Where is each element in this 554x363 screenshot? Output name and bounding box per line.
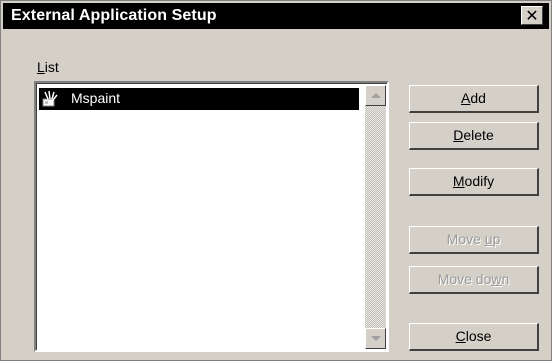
move-down-button[interactable]: Move down (409, 266, 539, 294)
list-item-label: Mspaint (71, 90, 121, 106)
modify-button-accel: M (452, 173, 465, 189)
close-button[interactable]: Close (409, 323, 539, 351)
delete-button-post: elete (463, 127, 494, 143)
listbox-frame: Mspaint (36, 83, 387, 350)
add-button-post: dd (470, 90, 486, 106)
move-down-button-pre: Move do (437, 271, 492, 287)
close-icon[interactable]: ✕ (521, 6, 543, 25)
close-button-accel: C (455, 328, 466, 344)
move-down-button-post: n (501, 271, 510, 287)
vertical-scrollbar[interactable] (365, 85, 386, 349)
modify-button[interactable]: Modify (409, 168, 539, 196)
list-label-rest: ist (44, 59, 59, 75)
move-up-button-pre: Move (446, 231, 485, 247)
move-up-button-accel: u (484, 231, 493, 247)
add-button-accel: A (461, 90, 471, 106)
list-item-mspaint[interactable]: Mspaint (39, 88, 359, 110)
chevron-up-icon (371, 93, 381, 98)
list-label: List (37, 59, 59, 75)
move-down-button-accel: w (491, 271, 502, 287)
paint-brush-icon (41, 90, 61, 108)
dialog-window: External Application Setup ✕ List Mspain… (0, 0, 552, 361)
move-up-button-post: p (492, 231, 501, 247)
move-up-button[interactable]: Move up (409, 226, 539, 254)
chevron-down-icon (371, 336, 381, 341)
window-title: External Application Setup (11, 7, 217, 24)
list-label-accel: L (37, 59, 45, 75)
modify-button-post: odify (464, 173, 495, 189)
scroll-up-arrow[interactable] (365, 85, 386, 106)
application-listbox[interactable]: Mspaint (34, 81, 389, 352)
delete-button[interactable]: Delete (409, 122, 539, 150)
delete-button-accel: D (453, 127, 464, 143)
add-button[interactable]: Add (409, 85, 539, 113)
title-bar[interactable]: External Application Setup ✕ (3, 3, 549, 29)
scroll-down-arrow[interactable] (365, 328, 386, 349)
close-button-post: lose (465, 328, 492, 344)
